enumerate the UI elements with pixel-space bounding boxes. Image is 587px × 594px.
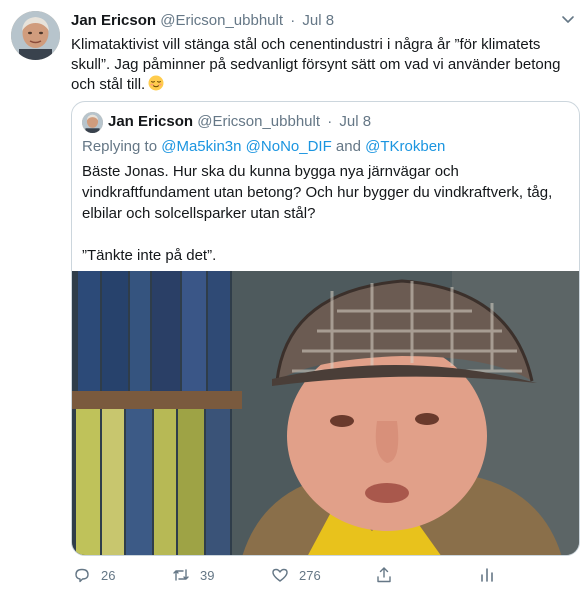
quoted-text: Bäste Jonas. Hur ska du kunna bygga nya …	[82, 161, 572, 287]
author-name[interactable]: Jan Ericson	[71, 12, 156, 29]
tweet-actions: 26 39 276	[0, 566, 587, 588]
reply-count: 26	[101, 567, 116, 583]
tweet[interactable]: Jan Ericson @Ericson_ubbhult · Jul 8 Kli…	[0, 0, 587, 594]
avatar[interactable]	[11, 11, 60, 60]
tweet-header: Jan Ericson @Ericson_ubbhult · Jul 8	[71, 12, 334, 29]
quoted-tweet[interactable]: Jan Ericson @Ericson_ubbhult · Jul 8 Rep…	[71, 101, 580, 556]
quoted-avatar[interactable]	[82, 112, 103, 133]
retweet-icon[interactable]	[172, 566, 190, 584]
replying-to-label: Replying to	[82, 138, 162, 155]
tweet-text-content: Klimataktivist vill stänga stål och cene…	[71, 36, 561, 93]
reply-action[interactable]: 26	[73, 566, 115, 584]
quoted-photo[interactable]	[72, 271, 580, 556]
tweet-text: Klimataktivist vill stänga stål och cene…	[71, 35, 571, 95]
quoted-paragraph: ”Tänkte inte på det”.	[82, 247, 217, 264]
reply-icon[interactable]	[73, 566, 91, 584]
heart-icon[interactable]	[271, 566, 289, 584]
mention-link[interactable]: @NoNo_DIF	[246, 138, 332, 155]
separator: ·	[290, 12, 296, 29]
like-count: 276	[299, 567, 321, 583]
quoted-paragraph: Bäste Jonas. Hur ska du kunna bygga nya …	[82, 163, 553, 222]
retweet-action[interactable]: 39	[172, 566, 214, 584]
quoted-author-handle: @Ericson_ubbhult	[197, 113, 321, 130]
mention-link[interactable]: @Ma5kin3n	[161, 138, 241, 155]
chevron-down-icon[interactable]	[559, 10, 577, 28]
quoted-header: Jan Ericson @Ericson_ubbhult · Jul 8	[108, 113, 371, 130]
replying-to: Replying to @Ma5kin3n @NoNo_DIF and @TKr…	[82, 138, 445, 155]
quoted-author-name: Jan Ericson	[108, 113, 194, 130]
share-icon[interactable]	[375, 566, 393, 584]
tweet-date[interactable]: Jul 8	[302, 12, 334, 29]
quoted-date: Jul 8	[339, 113, 372, 130]
replying-to-and: and	[331, 138, 366, 155]
relieved-face-icon	[148, 75, 164, 91]
analytics-action[interactable]	[478, 566, 506, 584]
quoted-separator: ·	[327, 113, 333, 130]
analytics-icon[interactable]	[478, 566, 496, 584]
retweet-count: 39	[200, 567, 215, 583]
share-action[interactable]	[375, 566, 403, 584]
mention-link[interactable]: @TKrokben	[365, 138, 445, 155]
like-action[interactable]: 276	[271, 566, 321, 584]
author-handle[interactable]: @Ericson_ubbhult	[160, 12, 283, 29]
